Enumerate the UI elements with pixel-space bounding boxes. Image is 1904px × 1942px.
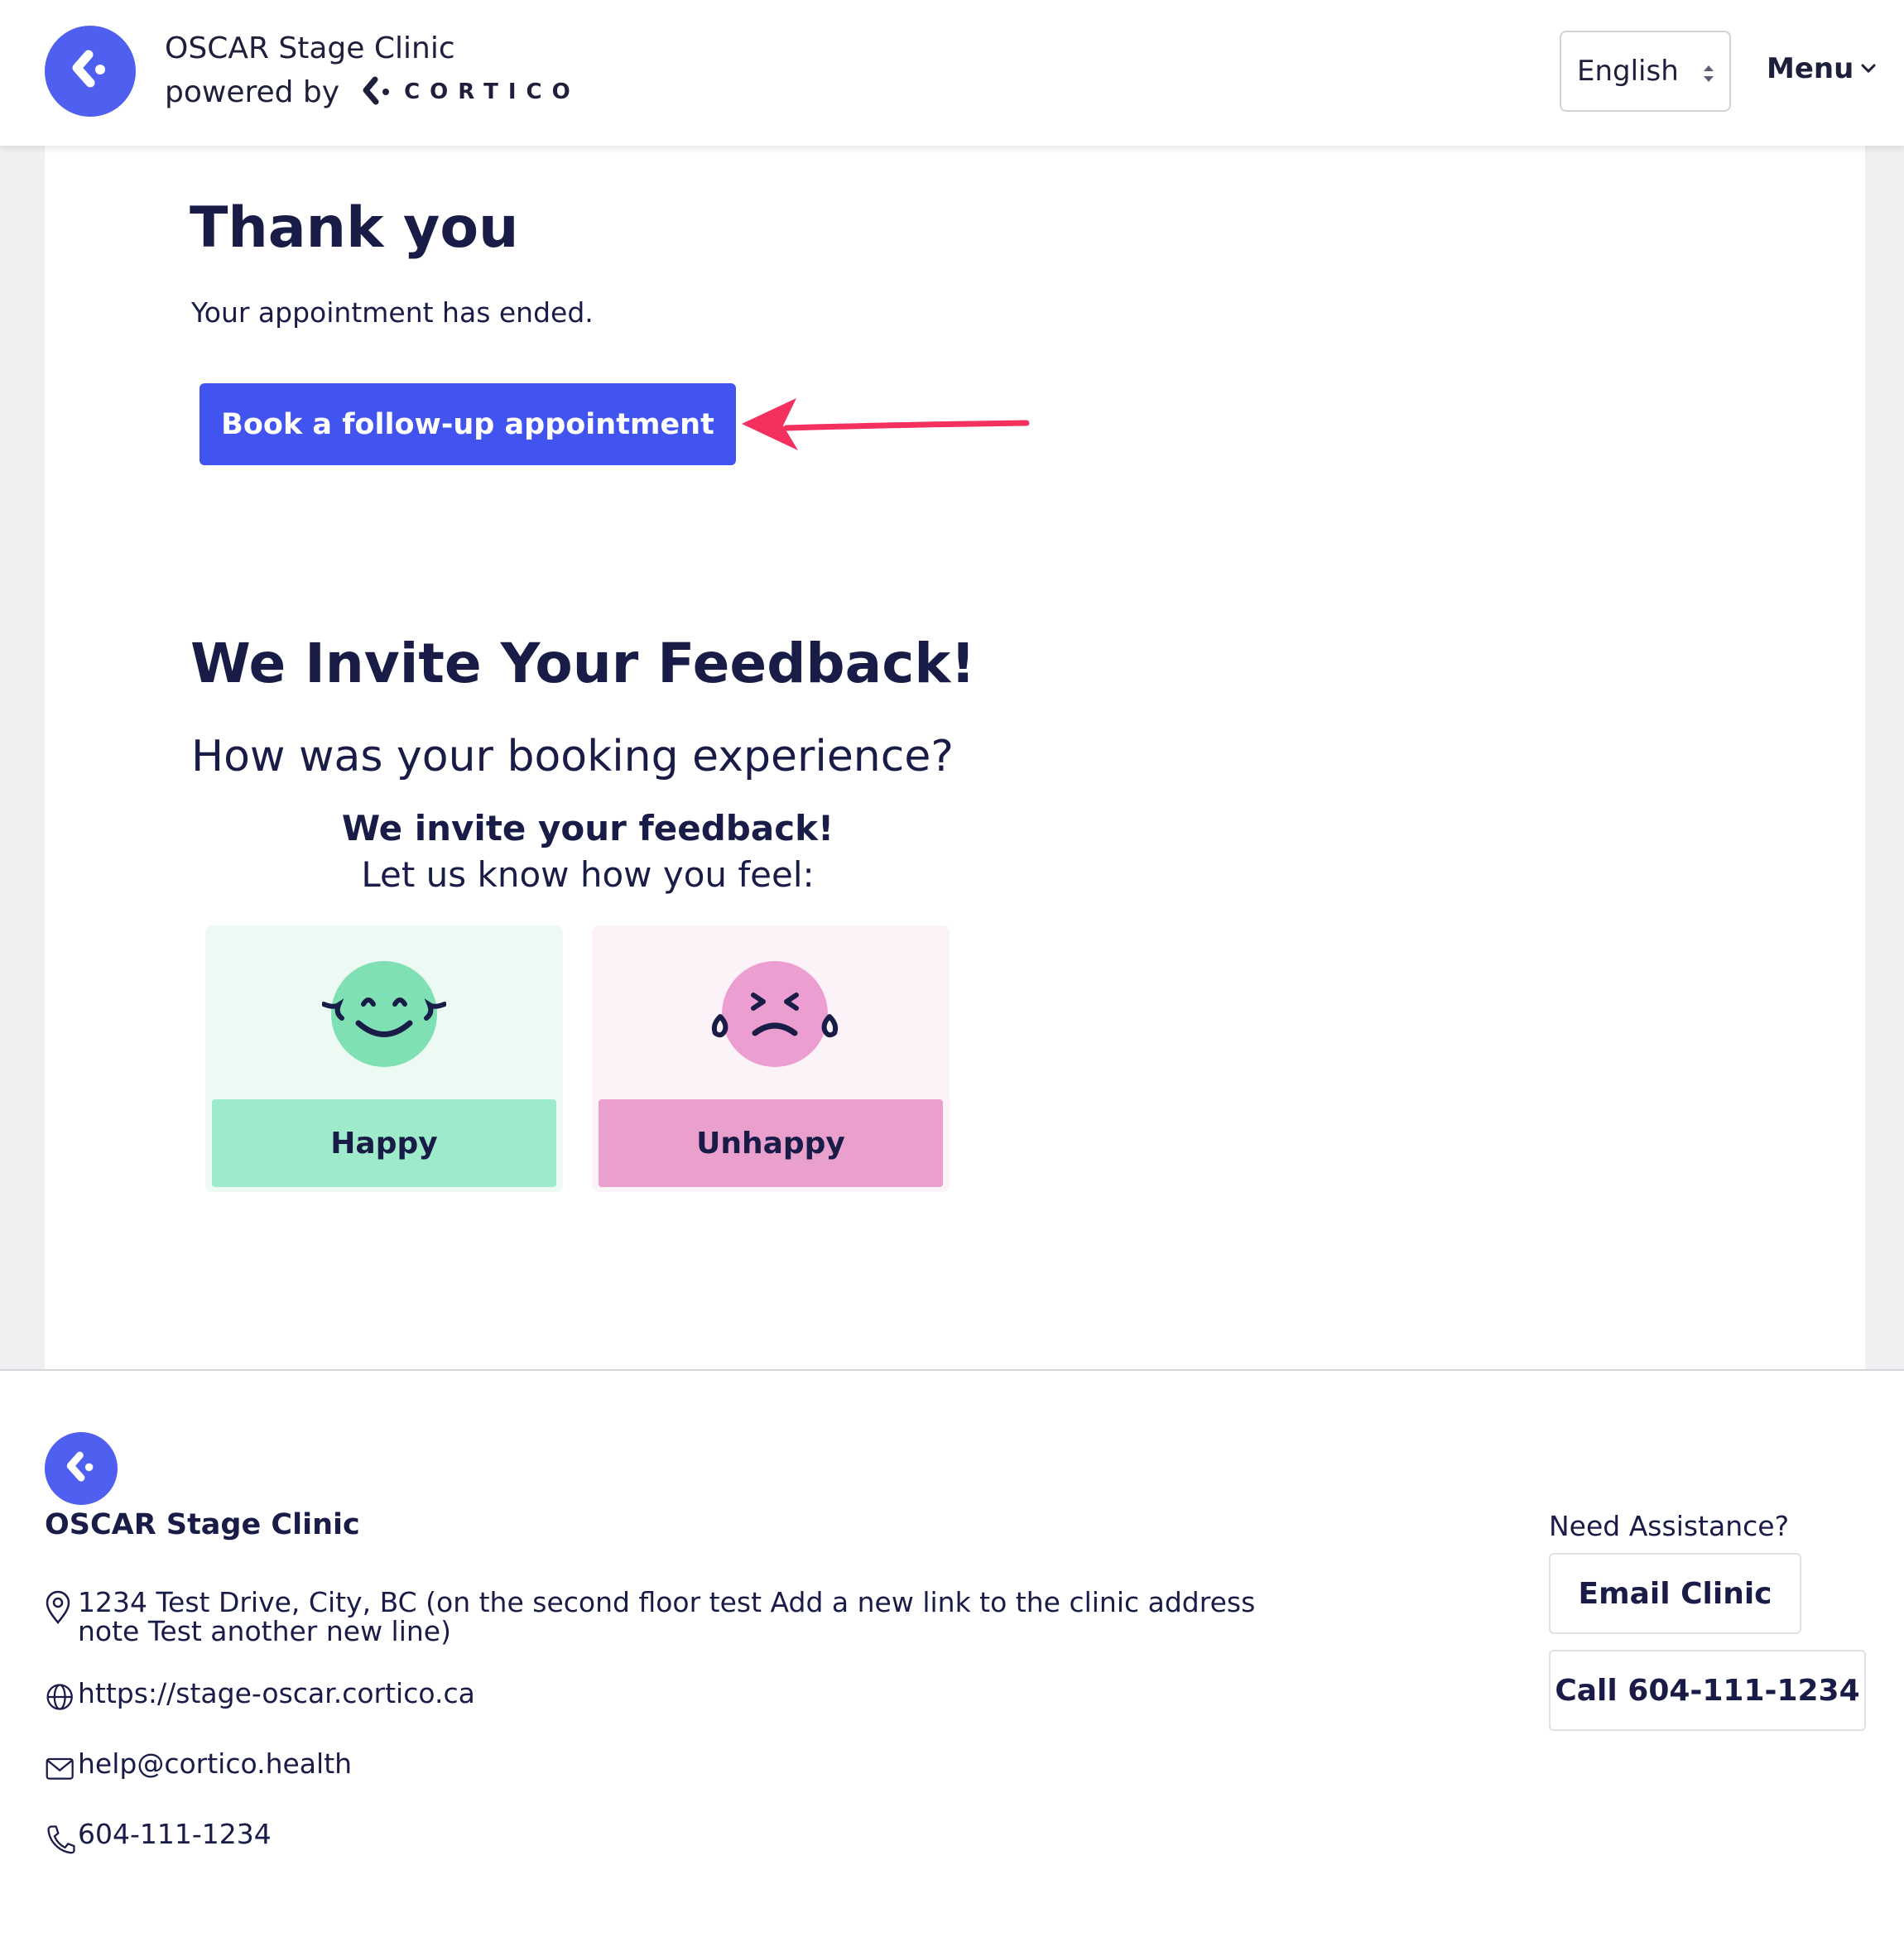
cortico-brand-mark — [361, 76, 392, 108]
address-line-2: note Test another new line) — [78, 1615, 451, 1647]
cortico-logo-icon — [72, 50, 105, 88]
unhappy-feedback-card[interactable]: Unhappy — [592, 925, 950, 1192]
website-link[interactable]: https://stage-oscar.cortico.ca — [78, 1679, 475, 1708]
header-clinic-name: OSCAR Stage Clinic — [165, 31, 455, 65]
clinic-email: help@cortico.health — [45, 1749, 352, 1784]
cortico-mark-icon — [363, 76, 390, 105]
feedback-question: How was your booking experience? — [191, 732, 954, 781]
email-clinic-button[interactable]: Email Clinic — [1549, 1553, 1801, 1634]
language-value: English — [1577, 55, 1679, 88]
email-link[interactable]: help@cortico.health — [78, 1749, 352, 1778]
clinic-logo[interactable] — [45, 26, 136, 117]
powered-by-row: powered by CORTICO — [165, 71, 580, 113]
location-pin-icon — [46, 1590, 70, 1624]
unhappy-button[interactable]: Unhappy — [599, 1099, 943, 1187]
menu-label: Menu — [1767, 52, 1854, 85]
unhappy-face-icon — [711, 961, 839, 1067]
feedback-prompt-text: Let us know how you feel: — [361, 854, 815, 895]
select-arrows-icon — [1704, 65, 1714, 82]
happy-button[interactable]: Happy — [212, 1099, 556, 1187]
happy-feedback-card[interactable]: Happy — [205, 925, 563, 1192]
appointment-ended-message: Your appointment has ended. — [191, 296, 594, 329]
language-select[interactable]: English — [1560, 31, 1731, 112]
call-clinic-button[interactable]: Call 604-111-1234 — [1549, 1650, 1866, 1731]
footer-clinic-logo — [45, 1432, 118, 1505]
feedback-invite-text: We invite your feedback! — [341, 808, 834, 848]
page-title: Thank you — [190, 195, 519, 261]
clinic-address: 1234 Test Drive, City, BC (on the second… — [45, 1588, 1255, 1646]
phone-link[interactable]: 604-111-1234 — [78, 1819, 272, 1848]
address-text: 1234 Test Drive, City, BC (on the second… — [78, 1588, 1255, 1646]
feedback-section-title: We Invite Your Feedback! — [190, 632, 976, 695]
clinic-phone: 604-111-1234 — [45, 1819, 272, 1856]
clinic-website: https://stage-oscar.cortico.ca — [45, 1679, 475, 1714]
menu-button[interactable]: Menu — [1767, 48, 1877, 89]
globe-icon — [46, 1684, 73, 1710]
top-header: OSCAR Stage Clinic powered by CORTICO En… — [0, 0, 1904, 146]
powered-by-text: powered by — [165, 75, 340, 109]
footer-clinic-name: OSCAR Stage Clinic — [45, 1508, 360, 1541]
chevron-down-icon — [1861, 64, 1876, 74]
book-follow-up-button[interactable]: Book a follow-up appointment — [200, 383, 736, 465]
happy-face-icon — [322, 961, 446, 1067]
mail-icon — [46, 1757, 74, 1780]
annotation-arrow-icon — [742, 398, 1030, 450]
phone-icon — [47, 1825, 75, 1854]
page-footer: OSCAR Stage Clinic 1234 Test Drive, City… — [0, 1369, 1904, 1942]
cortico-logo-icon — [66, 1451, 94, 1482]
cortico-wordmark: CORTICO — [404, 79, 580, 104]
address-line-1: 1234 Test Drive, City, BC (on the second… — [78, 1586, 1256, 1618]
need-assistance-label: Need Assistance? — [1549, 1510, 1790, 1542]
